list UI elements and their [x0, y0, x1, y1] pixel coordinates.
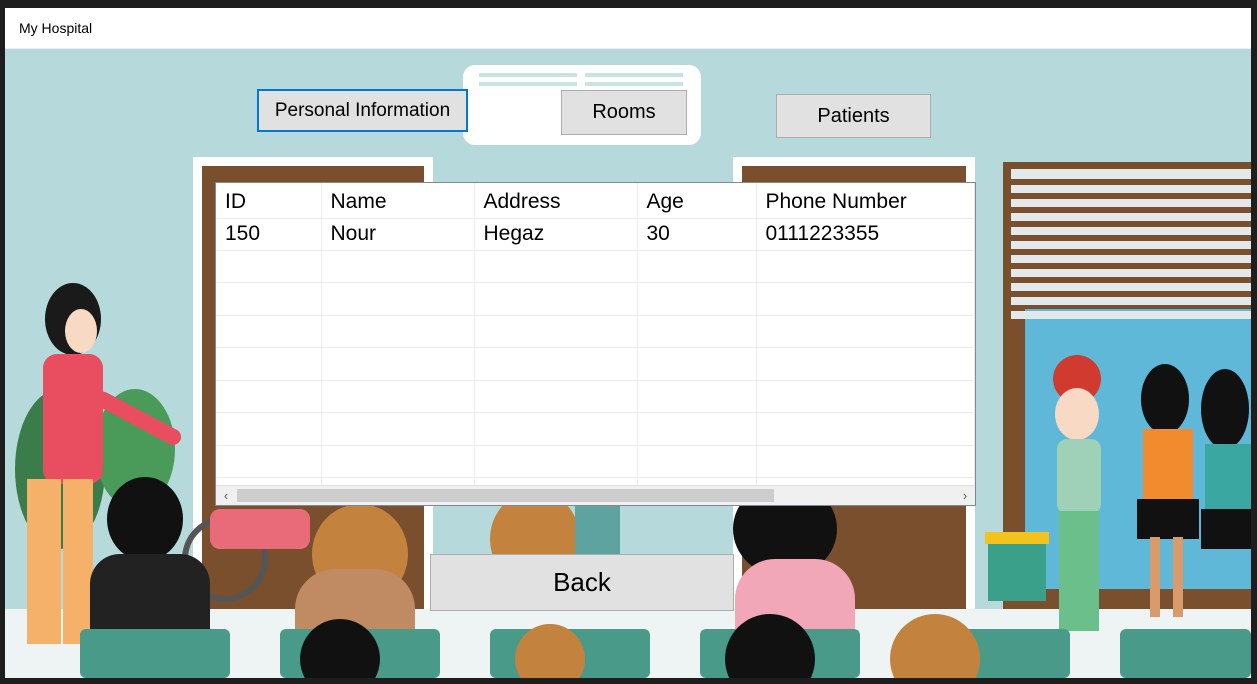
empty-cell	[756, 282, 975, 316]
cell-name[interactable]: Nour	[321, 218, 475, 251]
patients-label: Patients	[817, 104, 890, 127]
empty-cell	[216, 250, 322, 283]
cell-id[interactable]: 150	[216, 218, 322, 251]
empty-cell	[474, 347, 638, 381]
empty-cell	[321, 347, 475, 381]
empty-cell	[474, 250, 638, 283]
header-row: ID Name Address Age Phone Number	[216, 183, 975, 219]
empty-cell	[474, 282, 638, 316]
back-label: Back	[553, 567, 611, 597]
empty-cell	[321, 412, 475, 446]
empty-cell	[321, 445, 475, 478]
empty-cell	[756, 412, 975, 446]
empty-cell	[216, 282, 322, 316]
empty-cell	[637, 412, 757, 446]
scrollbar-thumb[interactable]	[237, 489, 774, 502]
back-button[interactable]: Back	[430, 554, 734, 611]
empty-cell	[216, 380, 322, 413]
cell-phone-number[interactable]: 0111223355	[756, 218, 975, 251]
horizontal-scrollbar[interactable]: ‹ ›	[216, 485, 975, 505]
empty-cell	[637, 445, 757, 478]
empty-cell	[756, 347, 975, 381]
empty-row	[216, 445, 975, 478]
empty-cell	[756, 380, 975, 413]
empty-row	[216, 315, 975, 348]
window-title: My Hospital	[19, 20, 93, 36]
empty-cell	[216, 445, 322, 478]
scroll-right-icon[interactable]: ›	[955, 486, 975, 505]
column-header-name[interactable]: Name	[321, 183, 475, 219]
empty-row	[216, 412, 975, 446]
empty-row	[216, 282, 975, 316]
empty-cell	[474, 380, 638, 413]
empty-cell	[756, 250, 975, 283]
cell-age[interactable]: 30	[637, 218, 757, 251]
personal-information-label: Personal Information	[274, 99, 451, 121]
empty-cell	[321, 315, 475, 348]
empty-cell	[321, 380, 475, 413]
data-table: ID Name Address Age Phone Number 150 Nou…	[216, 183, 975, 505]
empty-cell	[637, 315, 757, 348]
empty-row	[216, 380, 975, 413]
empty-cell	[474, 445, 638, 478]
cell-address[interactable]: Hegaz	[474, 218, 638, 251]
column-header-id[interactable]: ID	[216, 183, 322, 219]
empty-cell	[637, 250, 757, 283]
empty-cell	[637, 380, 757, 413]
empty-cell	[216, 315, 322, 348]
main-form: Personal Information Rooms Patients ID N…	[5, 49, 1251, 678]
title-bar[interactable]: My Hospital	[5, 8, 1251, 49]
empty-cell	[216, 347, 322, 381]
empty-cell	[474, 412, 638, 446]
column-header-phone-number[interactable]: Phone Number	[756, 183, 975, 219]
empty-cell	[756, 445, 975, 478]
empty-cell	[474, 315, 638, 348]
empty-row	[216, 250, 975, 283]
rooms-label: Rooms	[592, 101, 656, 123]
empty-cell	[637, 282, 757, 316]
empty-cell	[637, 347, 757, 381]
scroll-left-icon[interactable]: ‹	[216, 486, 236, 505]
empty-cell	[756, 315, 975, 348]
table-row[interactable]: 150 Nour Hegaz 30 0111223355	[216, 218, 975, 251]
empty-cell	[321, 250, 475, 283]
column-header-address[interactable]: Address	[474, 183, 638, 219]
empty-cell	[216, 412, 322, 446]
app-window: My Hospital Personal Information Rooms P…	[5, 8, 1251, 678]
personal-info-grid[interactable]: ID Name Address Age Phone Number 150 Nou…	[215, 182, 976, 506]
empty-cell	[321, 282, 475, 316]
column-header-age[interactable]: Age	[637, 183, 757, 219]
empty-row	[216, 347, 975, 381]
patients-button[interactable]: Patients	[776, 94, 931, 138]
personal-information-button[interactable]: Personal Information	[257, 89, 468, 132]
rooms-button[interactable]: Rooms	[561, 90, 687, 135]
